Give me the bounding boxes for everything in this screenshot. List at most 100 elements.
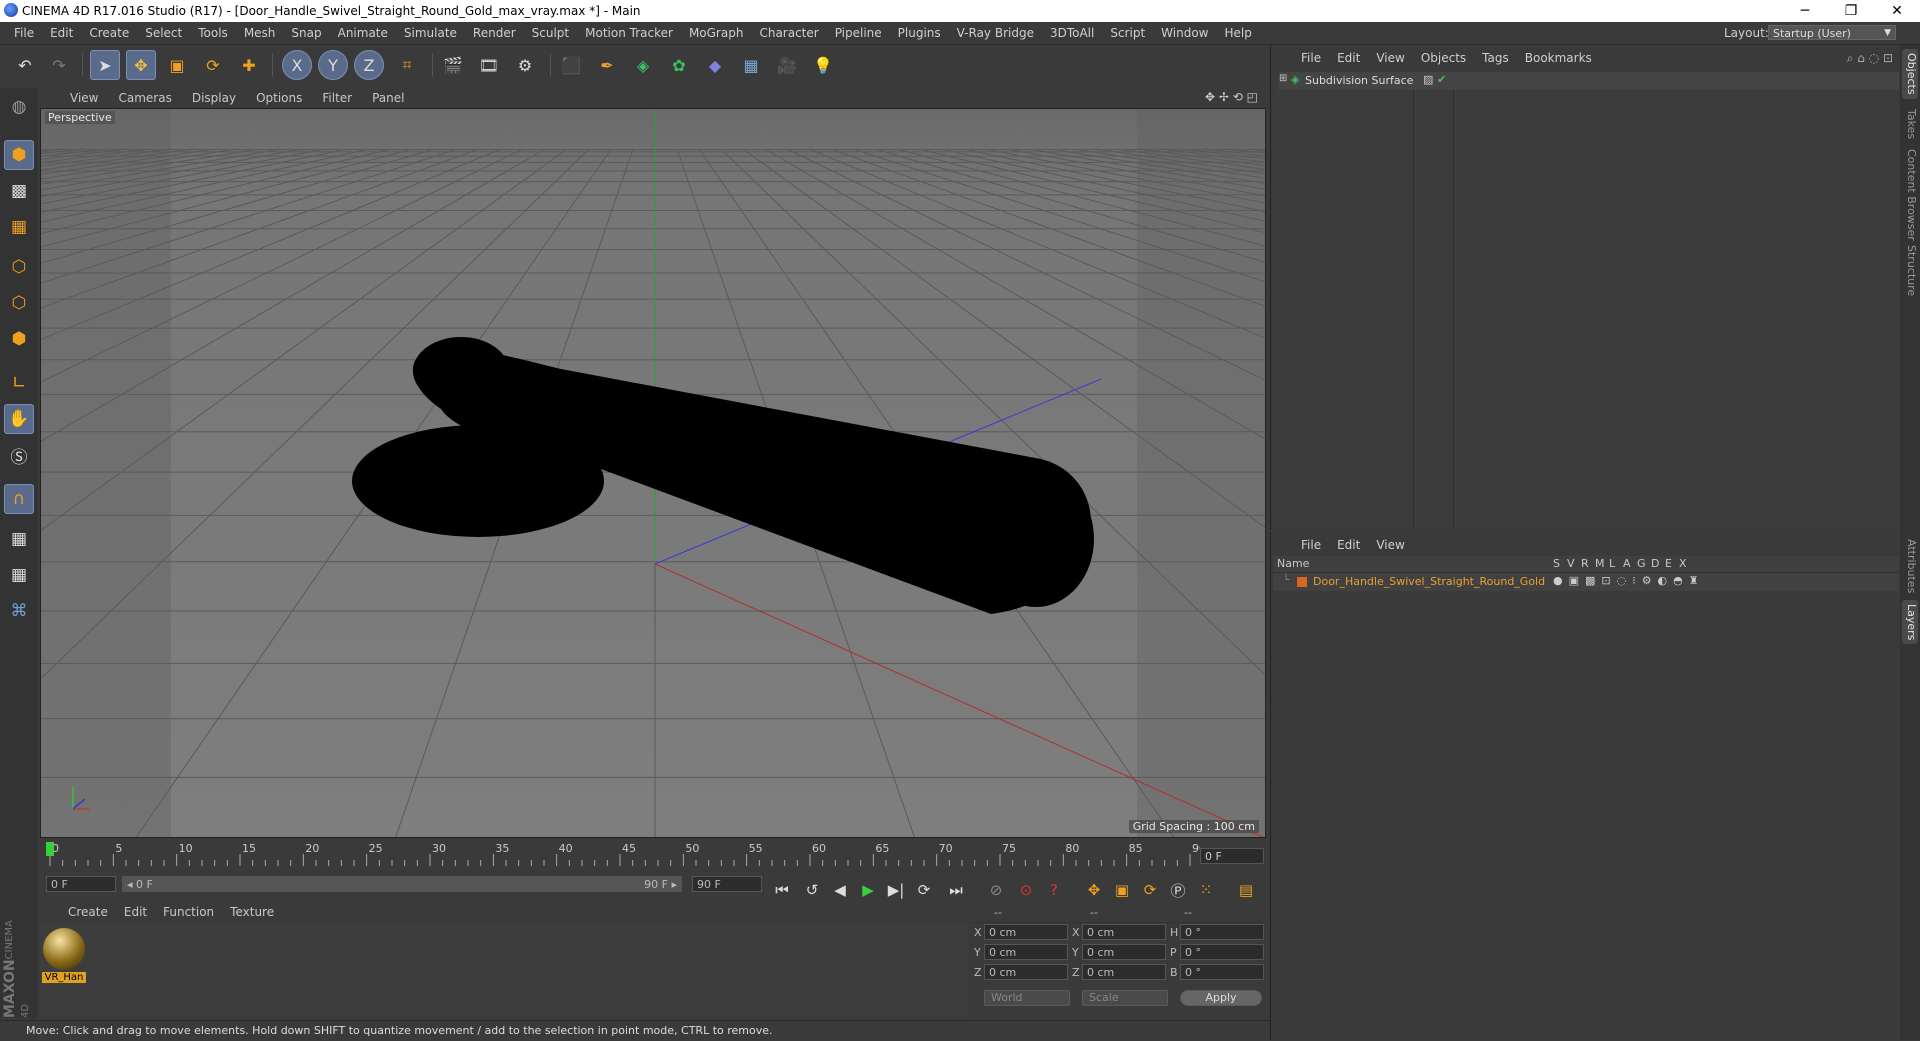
viewport-menu-panel[interactable]: Panel bbox=[362, 88, 414, 108]
viewport-menu-cameras[interactable]: Cameras bbox=[108, 88, 181, 108]
playhead-marker[interactable] bbox=[46, 842, 54, 856]
cube-primitive-button[interactable]: ⬛ bbox=[556, 50, 586, 80]
move-tool-button[interactable]: ✥ bbox=[126, 50, 156, 80]
key-position-icon[interactable]: ✥ bbox=[1082, 878, 1106, 902]
object-menu-file[interactable]: File bbox=[1293, 47, 1329, 69]
close-button[interactable]: ✕ bbox=[1874, 0, 1920, 22]
render-settings-button[interactable]: ⚙ bbox=[510, 50, 540, 80]
cycle-button[interactable]: ⟳ bbox=[912, 878, 936, 902]
deformer-button[interactable]: ◆ bbox=[700, 50, 730, 80]
tab-takes[interactable]: Takes bbox=[1902, 105, 1918, 143]
coordinate-system-button[interactable]: ⌗ bbox=[392, 50, 422, 80]
search-icon[interactable]: ⌕ ⌂ ◌ ⊡ bbox=[1847, 51, 1893, 66]
layer-column-r[interactable]: R bbox=[1581, 557, 1589, 570]
menu-character[interactable]: Character bbox=[751, 22, 826, 44]
redo-button[interactable]: ↷ bbox=[44, 50, 74, 80]
tab-attributes[interactable]: Attributes bbox=[1902, 535, 1918, 597]
material-menu-edit[interactable]: Edit bbox=[116, 902, 155, 922]
previous-frame-button[interactable]: ◀ bbox=[828, 878, 852, 902]
floor-button[interactable]: ▦ bbox=[736, 50, 766, 80]
viewport-menu-view[interactable]: View bbox=[60, 88, 108, 108]
menu-tools[interactable]: Tools bbox=[190, 22, 236, 44]
menu-snap[interactable]: Snap bbox=[283, 22, 329, 44]
last-tool-button[interactable]: ✚ bbox=[234, 50, 264, 80]
apply-button[interactable]: Apply bbox=[1180, 990, 1262, 1006]
subdivision-surface-button[interactable]: ◈ bbox=[628, 50, 658, 80]
render-view-button[interactable]: 🎬 bbox=[438, 50, 468, 80]
viewport-menu-options[interactable]: Options bbox=[246, 88, 312, 108]
enabled-checkmark-icon[interactable]: ✔ bbox=[1437, 73, 1446, 86]
menu-mesh[interactable]: Mesh bbox=[236, 22, 284, 44]
select-tool-button[interactable]: ➤ bbox=[90, 50, 120, 80]
pen-spline-button[interactable]: ✒ bbox=[592, 50, 622, 80]
menu-sculpt[interactable]: Sculpt bbox=[524, 22, 577, 44]
layout-select[interactable]: Startup (User) ▼ bbox=[1768, 25, 1896, 40]
material-menu-function[interactable]: Function bbox=[155, 902, 222, 922]
menu-mograph[interactable]: MoGraph bbox=[681, 22, 752, 44]
make-editable-icon[interactable]: ◍ bbox=[4, 92, 34, 122]
camera-button[interactable]: 🎥 bbox=[772, 50, 802, 80]
texture-mode-icon[interactable]: ▩ bbox=[4, 176, 34, 206]
menu-animate[interactable]: Animate bbox=[330, 22, 396, 44]
keyframe-disabled-icon[interactable]: ⊘ bbox=[984, 878, 1008, 902]
frame-range-slider[interactable]: ◂ 0 F 90 F ▸ bbox=[122, 876, 682, 892]
timeline-ruler[interactable]: 051015202530354045505560657075808590 bbox=[40, 840, 1266, 870]
menu-select[interactable]: Select bbox=[137, 22, 190, 44]
layer-column-e[interactable]: E bbox=[1665, 557, 1672, 570]
rotation-h-field[interactable]: 0 ° bbox=[1180, 924, 1264, 940]
expand-icon[interactable]: ⊞ bbox=[1279, 73, 1287, 84]
polygons-mode-icon[interactable]: ⬢ bbox=[4, 324, 34, 354]
viewport-nav-icons[interactable]: ✥ ✢ ⟲ ◰ bbox=[1205, 90, 1258, 104]
object-menu-edit[interactable]: Edit bbox=[1329, 47, 1368, 69]
size-x-field[interactable]: 0 cm bbox=[1082, 924, 1166, 940]
tab-structure[interactable]: Structure bbox=[1902, 241, 1918, 300]
minimize-button[interactable]: ─ bbox=[1782, 0, 1828, 22]
menu-plugins[interactable]: Plugins bbox=[890, 22, 949, 44]
menu-motion-tracker[interactable]: Motion Tracker bbox=[577, 22, 681, 44]
key-scale-icon[interactable]: ▣ bbox=[1110, 878, 1134, 902]
key-pla-icon[interactable]: ⁙ bbox=[1194, 878, 1218, 902]
layer-row[interactable]: └ Door_Handle_Swivel_Straight_Round_Gold… bbox=[1273, 573, 1899, 591]
world-select[interactable]: World bbox=[984, 990, 1070, 1006]
size-z-field[interactable]: 0 cm bbox=[1082, 964, 1166, 980]
position-y-field[interactable]: 0 cm bbox=[984, 944, 1068, 960]
y-axis-lock-button[interactable]: Y bbox=[318, 50, 348, 80]
tab-layers[interactable]: Layers bbox=[1902, 600, 1918, 645]
layer-flag-icons[interactable]: ●▣▩⊡◌⁝⚙◐◓♜ bbox=[1553, 574, 1705, 587]
object-menu-objects[interactable]: Objects bbox=[1413, 47, 1474, 69]
planar-workplane-icon[interactable]: ▦ bbox=[4, 560, 34, 590]
object-menu-view[interactable]: View bbox=[1368, 47, 1412, 69]
next-frame-button[interactable]: ▶| bbox=[884, 878, 908, 902]
current-frame-field[interactable]: 0 F bbox=[1200, 848, 1264, 864]
material-menu-create[interactable]: Create bbox=[60, 902, 116, 922]
restore-button[interactable]: ❐ bbox=[1828, 0, 1874, 22]
material-menu-texture[interactable]: Texture bbox=[222, 902, 282, 922]
menu-help[interactable]: Help bbox=[1216, 22, 1259, 44]
loop-button[interactable]: ↺ bbox=[800, 878, 824, 902]
scale-tool-button[interactable]: ▣ bbox=[162, 50, 192, 80]
scale-select[interactable]: Scale bbox=[1082, 990, 1168, 1006]
position-z-field[interactable]: 0 cm bbox=[984, 964, 1068, 980]
object-row[interactable]: ⊞ ◈ Subdivision Surface ▨ ✔ bbox=[1279, 72, 1899, 90]
material-swatch[interactable]: VR_Han bbox=[42, 928, 86, 984]
tweak-mode-icon[interactable]: ✋ bbox=[4, 404, 34, 434]
layer-column-a[interactable]: A bbox=[1623, 557, 1631, 570]
layer-menu-file[interactable]: File bbox=[1293, 534, 1329, 556]
play-button[interactable]: ▶ bbox=[856, 878, 880, 902]
layer-column-g[interactable]: G bbox=[1637, 557, 1646, 570]
record-icon[interactable]: ⊙ bbox=[1014, 878, 1038, 902]
menu-3dtoall[interactable]: 3DToAll bbox=[1042, 22, 1102, 44]
size-y-field[interactable]: 0 cm bbox=[1082, 944, 1166, 960]
layer-menu-edit[interactable]: Edit bbox=[1329, 534, 1368, 556]
snap-magnet-icon[interactable]: ∩ bbox=[4, 484, 34, 514]
layer-column-v[interactable]: V bbox=[1567, 557, 1575, 570]
object-menu-bookmarks[interactable]: Bookmarks bbox=[1517, 47, 1600, 69]
layer-column-l[interactable]: L bbox=[1609, 557, 1615, 570]
menu-window[interactable]: Window bbox=[1153, 22, 1216, 44]
viewport-menu-filter[interactable]: Filter bbox=[312, 88, 362, 108]
autokey-icon[interactable]: ? bbox=[1042, 878, 1066, 902]
rotation-b-field[interactable]: 0 ° bbox=[1180, 964, 1264, 980]
menu-file[interactable]: File bbox=[6, 22, 42, 44]
timeline-window-icon[interactable]: ▤ bbox=[1234, 878, 1258, 902]
light-button[interactable]: 💡 bbox=[808, 50, 838, 80]
